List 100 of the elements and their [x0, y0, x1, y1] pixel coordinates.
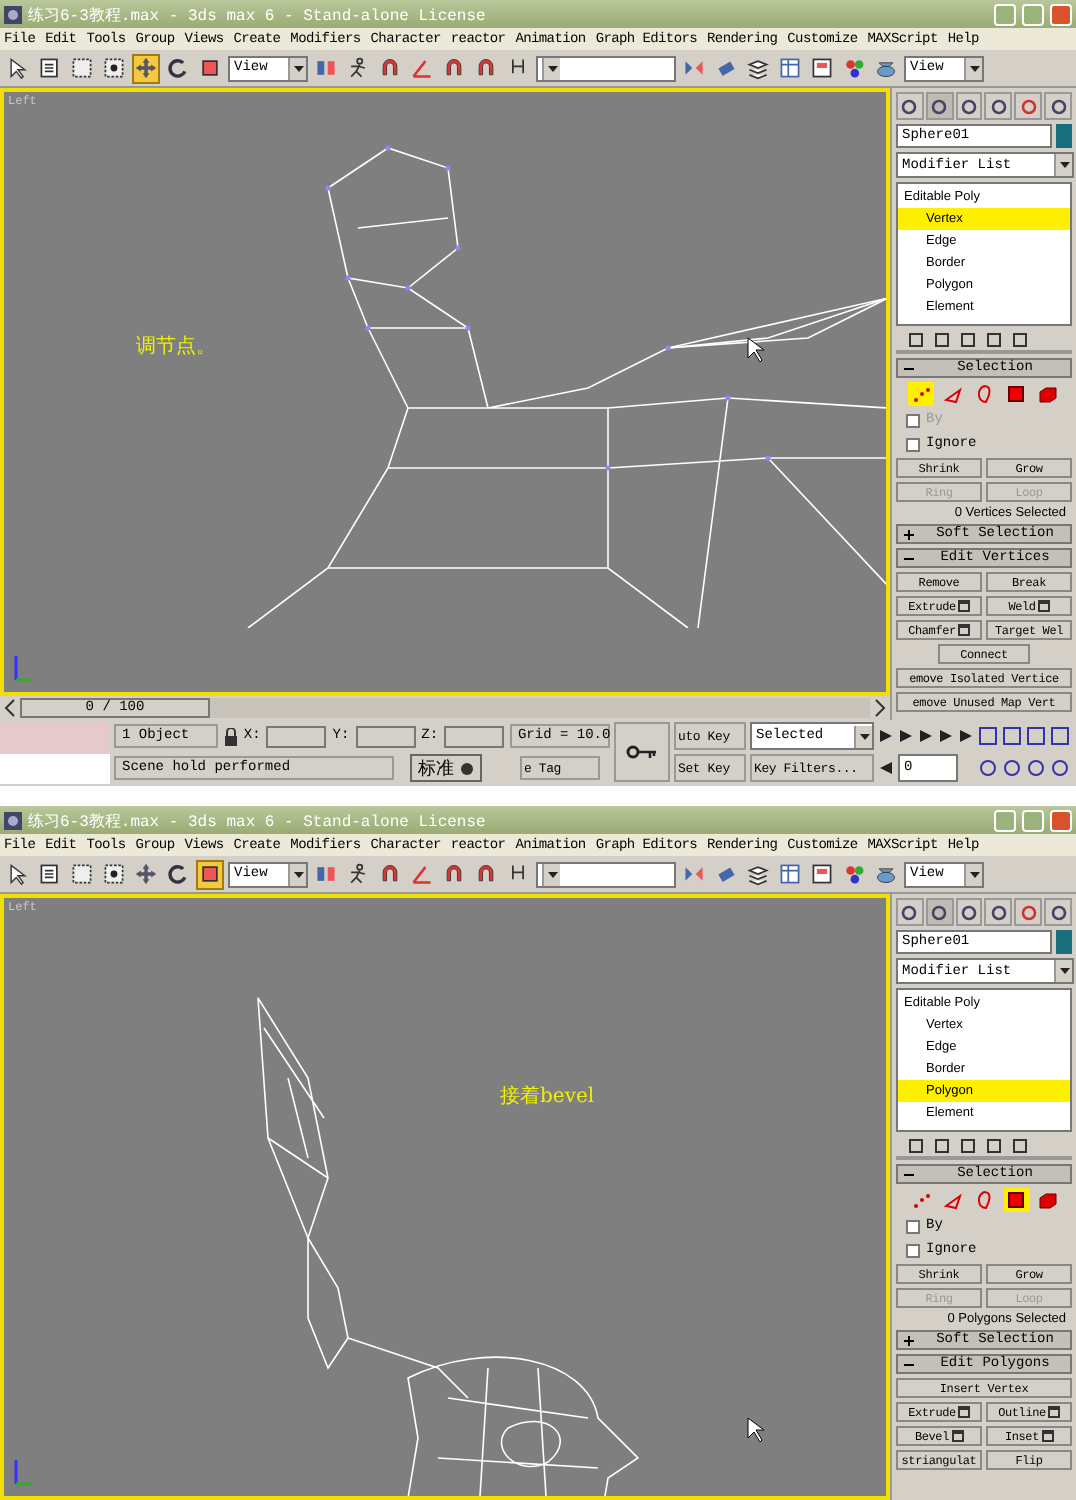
loop-icon	[976, 384, 992, 404]
key-button[interactable]	[614, 722, 670, 782]
plus-icon	[904, 529, 914, 539]
minus-icon	[904, 1169, 914, 1179]
dashed-square-icon	[70, 54, 94, 82]
toolbar-button[interactable]	[164, 53, 192, 83]
angle-icon	[410, 54, 434, 82]
figure-icon	[346, 860, 370, 888]
toolbar-button[interactable]	[4, 53, 32, 83]
toolbar-button[interactable]	[164, 859, 192, 889]
annotation-text: 接着bevel	[500, 1083, 595, 1110]
subobject-button[interactable]	[1035, 1188, 1061, 1212]
dashed-circle-square-icon	[102, 54, 126, 82]
script-output-field[interactable]	[0, 753, 110, 784]
toolbar-button[interactable]	[36, 53, 64, 83]
axis-icon	[12, 656, 32, 684]
view-dropdown[interactable]	[536, 55, 676, 81]
square-icon	[1008, 386, 1024, 402]
dashed-circle-square-icon	[102, 860, 126, 888]
axis-icon	[12, 1460, 32, 1488]
window-title: 练习6-3教程.max - 3ds max 6 - Stand-alone License	[28, 5, 488, 25]
panel-tab[interactable]	[955, 898, 983, 926]
rotate-icon	[166, 54, 190, 82]
caret-icon	[969, 871, 979, 877]
magnet-icon	[474, 860, 498, 888]
spheres-icon	[842, 860, 866, 888]
layers-icon	[746, 860, 770, 888]
subobject-button[interactable]	[1003, 382, 1029, 406]
panel-tab[interactable]	[955, 92, 983, 120]
square-icon	[198, 54, 222, 82]
panel-tab[interactable]	[1044, 92, 1072, 120]
panel-tab[interactable]	[984, 898, 1013, 926]
panel-tab[interactable]	[984, 92, 1013, 120]
panel-tab[interactable]	[1014, 898, 1043, 926]
annotation-text: 调节点。	[136, 333, 216, 360]
close-button[interactable]	[1050, 809, 1072, 831]
caret-icon	[859, 733, 869, 739]
magnet-icon	[378, 54, 402, 82]
dots-icon	[911, 385, 929, 403]
toolbar-button[interactable]	[196, 859, 224, 889]
triangle-icon	[943, 1191, 961, 1209]
plus-icon	[904, 1335, 914, 1345]
minus-icon	[904, 553, 914, 563]
cube-icon	[1038, 385, 1058, 403]
layers-icon	[746, 54, 770, 82]
move-icon	[134, 54, 158, 82]
caret-icon	[1059, 968, 1069, 974]
spheres-icon	[842, 54, 866, 82]
list-icon	[38, 54, 62, 82]
panel-tab[interactable]	[896, 92, 924, 120]
lock-icon[interactable]	[223, 727, 238, 745]
settings-icon	[1037, 600, 1050, 612]
rotate-icon	[166, 860, 190, 888]
toolbar-button[interactable]	[808, 53, 836, 83]
square-icon	[1008, 1192, 1024, 1208]
minus-icon	[904, 363, 914, 373]
cursor-icon	[6, 860, 30, 888]
toolbar-button[interactable]	[68, 53, 96, 83]
coordinate-field[interactable]	[266, 725, 327, 747]
minus-icon	[904, 1359, 914, 1369]
grid-icon	[778, 860, 802, 888]
move-icon	[134, 860, 158, 888]
toolbar-button[interactable]	[100, 53, 128, 83]
loop-icon	[976, 1190, 992, 1210]
list-icon	[38, 860, 62, 888]
color-swatch[interactable]	[1056, 124, 1072, 148]
toolbar-button[interactable]	[808, 859, 836, 889]
subobject-button[interactable]	[1003, 1188, 1029, 1212]
magnet-icon	[442, 860, 466, 888]
toolbar-button[interactable]	[68, 859, 96, 889]
panel-tab[interactable]	[925, 898, 954, 926]
key-icon	[626, 744, 658, 760]
toolbar-button[interactable]	[36, 859, 64, 889]
dashed-square-icon	[70, 860, 94, 888]
coordinate-field[interactable]	[444, 725, 504, 747]
panel-tab[interactable]	[1014, 92, 1043, 120]
ime-mode-text: 标准	[418, 757, 454, 781]
schematic-icon	[810, 54, 834, 82]
script-listener-field[interactable]	[0, 722, 110, 753]
color-swatch[interactable]	[1056, 930, 1072, 954]
view-dropdown[interactable]	[536, 861, 676, 887]
close-button[interactable]	[1050, 3, 1072, 25]
toolbar-button[interactable]	[100, 859, 128, 889]
magnet-icon	[442, 54, 466, 82]
cube-icon	[1038, 1191, 1058, 1209]
magnet-icon	[474, 54, 498, 82]
panel-tab[interactable]	[1044, 898, 1072, 926]
app-icon	[4, 5, 22, 23]
subobject-button[interactable]	[1035, 382, 1061, 406]
toolbar-button[interactable]	[4, 859, 32, 889]
caret-icon	[969, 65, 979, 71]
panel-tab[interactable]	[925, 92, 954, 120]
play-icon[interactable]	[918, 728, 934, 744]
coordinate-field[interactable]	[355, 725, 416, 747]
caret-icon	[293, 65, 303, 71]
figure-icon	[346, 54, 370, 82]
window-title: 练习6-3教程.max - 3ds max 6 - Stand-alone License	[28, 811, 488, 831]
caret-icon	[547, 65, 557, 71]
panel-tab[interactable]	[896, 898, 924, 926]
caret-icon	[293, 871, 303, 877]
